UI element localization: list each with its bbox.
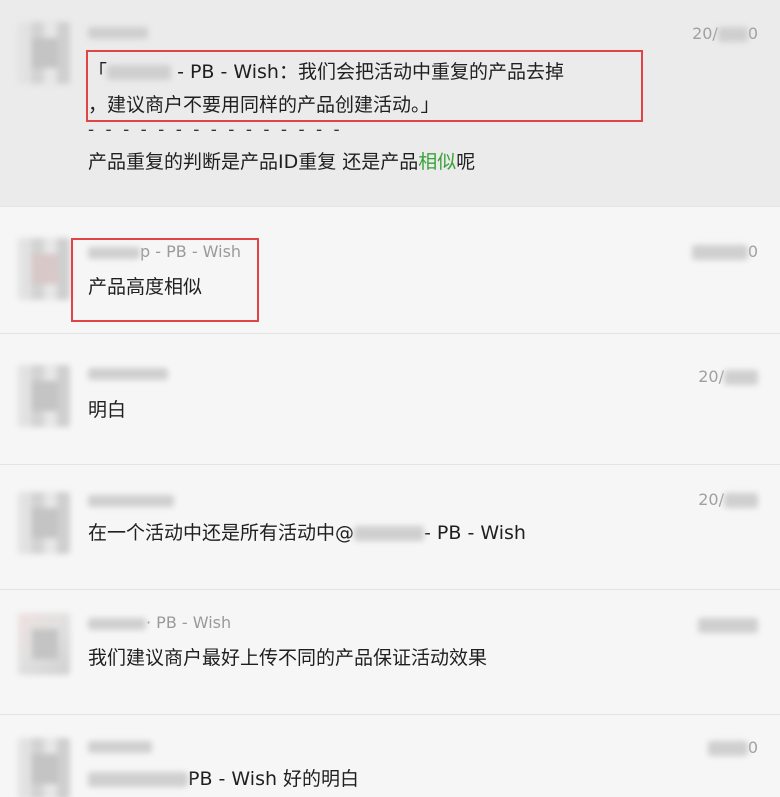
sender-name <box>88 736 152 755</box>
sender-name <box>88 22 148 41</box>
message-text: 产品高度相似 <box>88 276 203 298</box>
message-text: 产品重复的判断是产品ID重复 还是产品相似呢 <box>88 151 476 173</box>
sender-name: p - PB - Wish <box>88 242 241 261</box>
chat-message-5[interactable]: · PB - Wish 我们建议商户最好上传不同的产品保证活动效果 <box>0 591 780 715</box>
sender-name <box>88 363 168 382</box>
message-time: 0 <box>691 242 758 261</box>
chat-message-4[interactable]: 20/ 在一个活动中还是所有活动中@ - PB - Wish <box>0 466 780 590</box>
message-text: 在一个活动中还是所有活动中@ - PB - Wish <box>88 522 526 544</box>
message-time: 20/ <box>698 367 758 386</box>
avatar[interactable] <box>18 613 70 675</box>
chat-message-1[interactable]: 20/0 「 - PB - Wish：我们会把活动中重复的产品去掉 ，建议商户不… <box>0 0 780 207</box>
message-text: PB - Wish 好的明白 <box>88 764 359 794</box>
message-time: 20/0 <box>692 24 758 43</box>
avatar[interactable] <box>18 492 70 554</box>
message-text: 我们建议商户最好上传不同的产品保证活动效果 <box>88 647 488 669</box>
message-time: 0 <box>707 738 758 757</box>
avatar[interactable] <box>18 238 70 300</box>
highlight-word: 相似 <box>418 151 457 173</box>
quoted-message: 「 - PB - Wish：我们会把活动中重复的产品去掉 ，建议商户不要用同样的… <box>88 56 564 122</box>
sender-name <box>88 490 174 509</box>
chat-message-3[interactable]: 20/ 明白 <box>0 335 780 465</box>
quote-line-1: 「 - PB - Wish：我们会把活动中重复的产品去掉 <box>88 61 564 83</box>
chat-message-6[interactable]: 0 PB - Wish 好的明白 <box>0 716 780 797</box>
avatar[interactable] <box>18 365 70 427</box>
message-text: 明白 <box>88 399 127 421</box>
quote-line-2: ，建议商户不要用同样的产品创建活动。」 <box>88 94 440 116</box>
avatar[interactable] <box>18 738 70 797</box>
sender-name: · PB - Wish <box>88 613 231 632</box>
message-time <box>698 615 758 634</box>
avatar[interactable] <box>18 22 70 84</box>
message-time: 20/ <box>698 490 758 509</box>
quote-divider: - - - - - - - - - - - - - - - <box>88 120 343 140</box>
chat-message-2[interactable]: p - PB - Wish 0 产品高度相似 <box>0 208 780 334</box>
